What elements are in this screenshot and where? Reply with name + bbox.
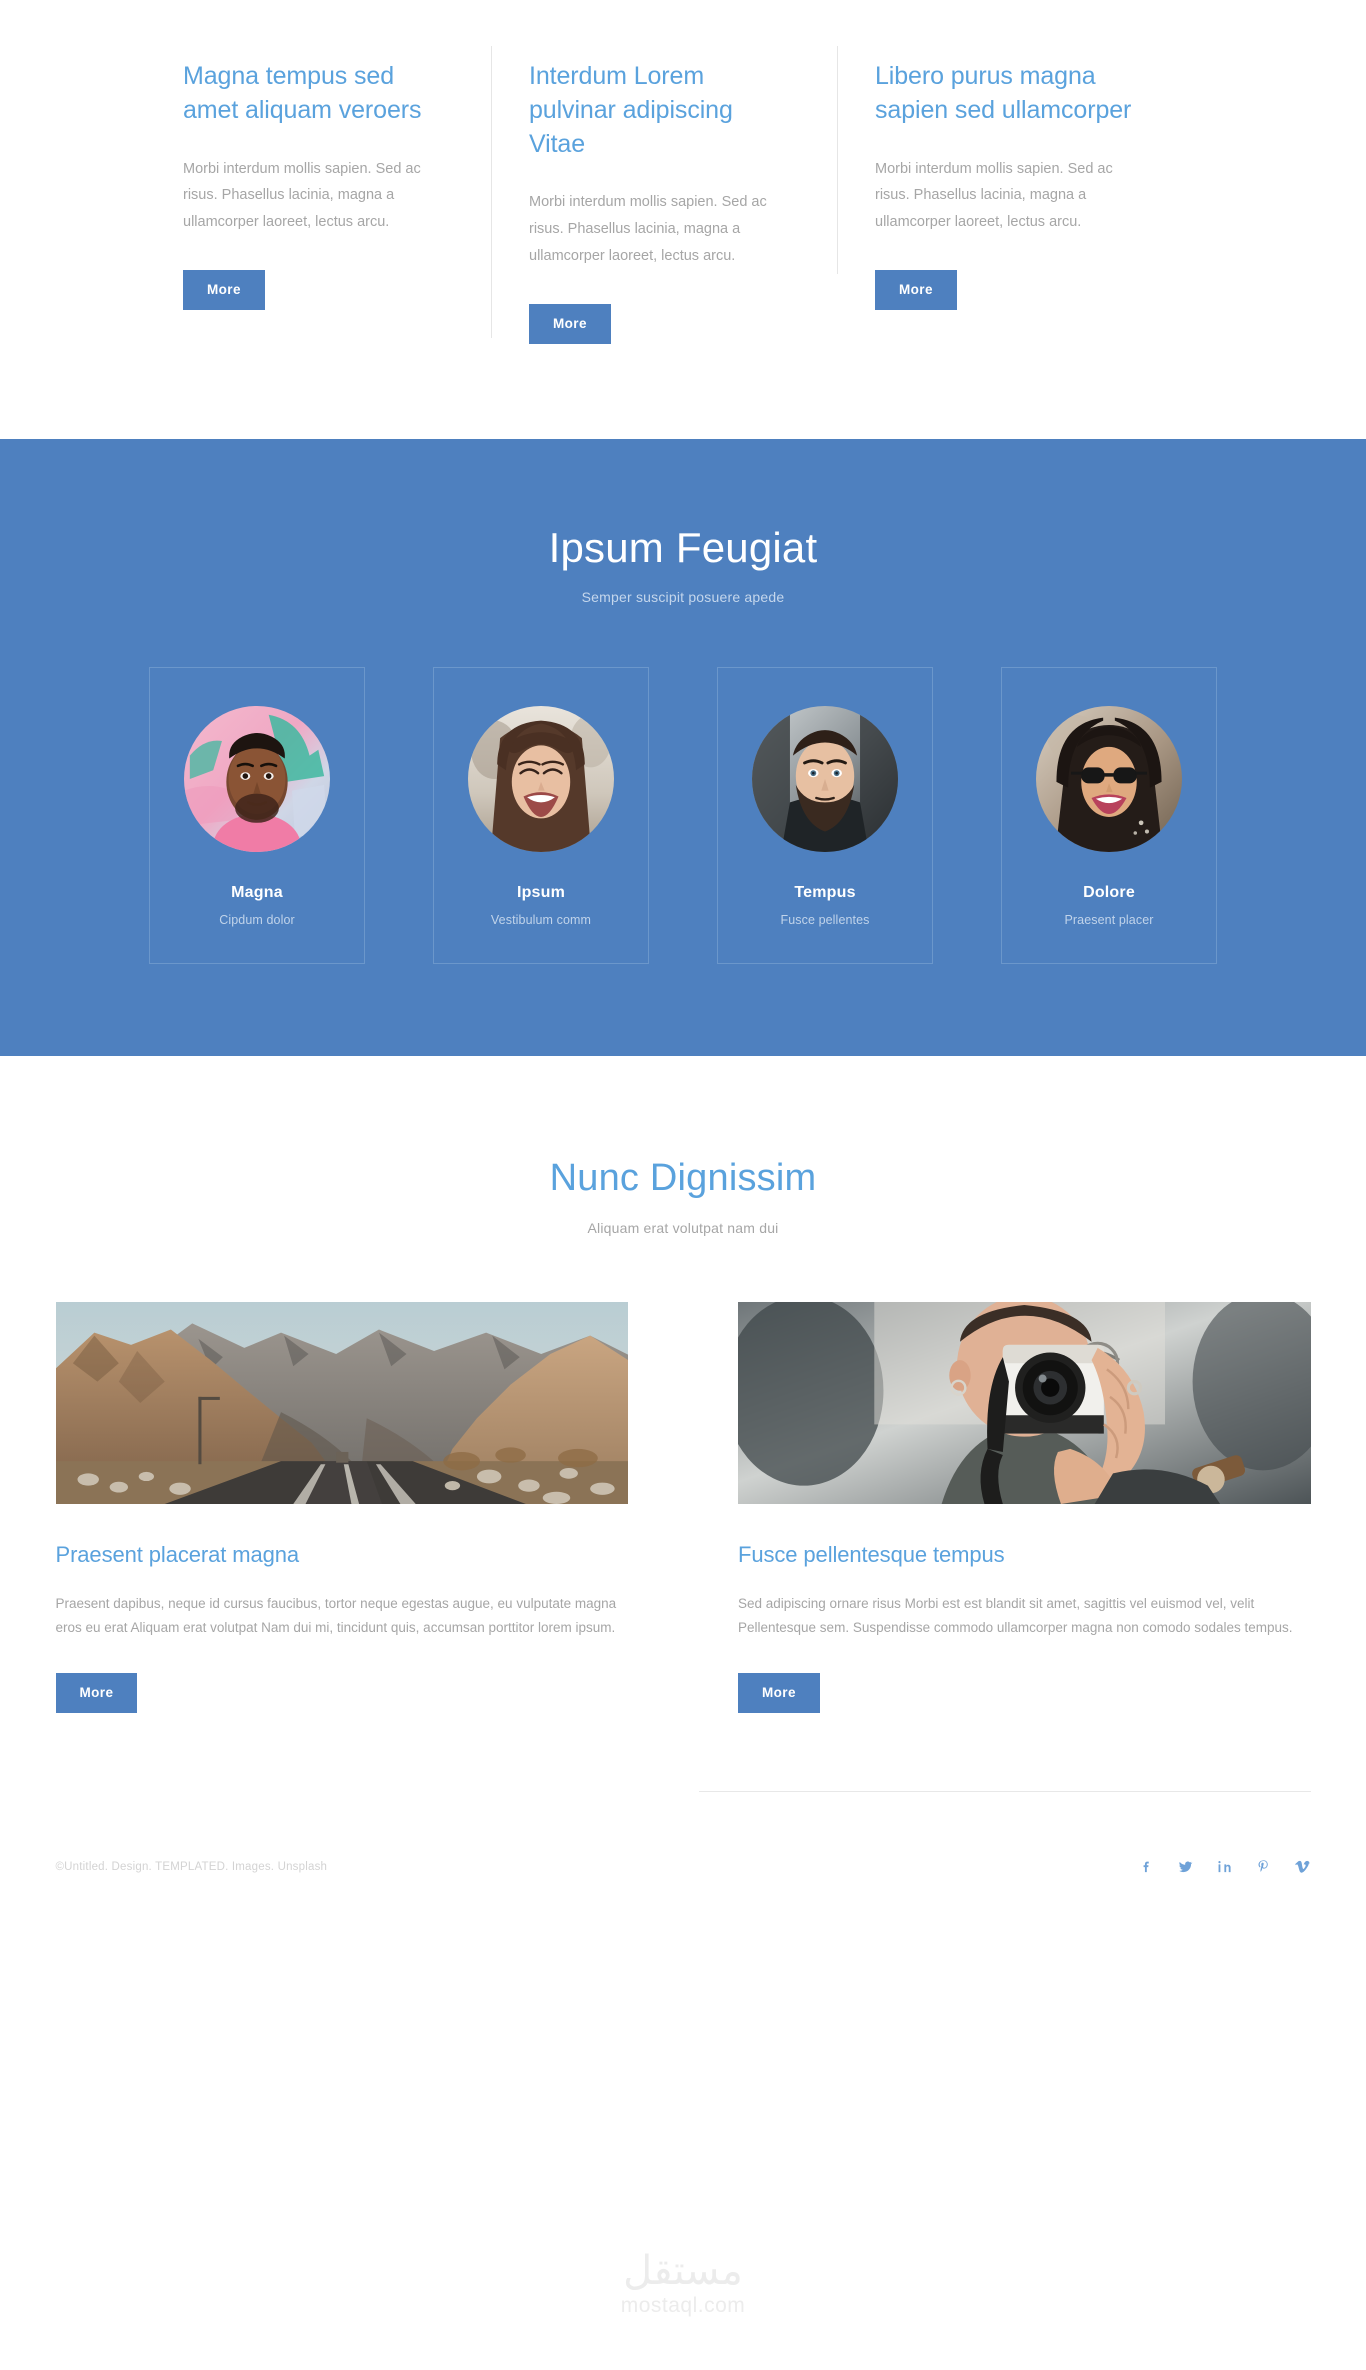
team-member-name: Ipsum bbox=[516, 884, 566, 902]
social-links bbox=[1138, 1858, 1311, 1875]
post-card: Fusce pellentesque tempus Sed adipiscing… bbox=[738, 1302, 1311, 1714]
post-more-button[interactable]: More bbox=[55, 1672, 138, 1714]
copyright-text: ©Untitled. Design. TEMPLATED. Images. Un… bbox=[55, 1860, 328, 1873]
facebook-icon[interactable] bbox=[1138, 1858, 1155, 1875]
avatar bbox=[1036, 706, 1182, 853]
avatar bbox=[752, 706, 898, 853]
pinterest-icon[interactable] bbox=[1255, 1858, 1272, 1875]
post-image-desert-mountain-road[interactable] bbox=[55, 1302, 628, 1505]
feature-body: Morbi interdum mollis sapien. Sed ac ris… bbox=[529, 194, 767, 264]
post-image-photographer-with-camera[interactable] bbox=[738, 1302, 1311, 1505]
team-member-name: Magna bbox=[231, 884, 283, 902]
post-body: Praesent dapibus, neque id cursus faucib… bbox=[55, 1596, 617, 1636]
features-grid: Magna tempus sed amet aliquam veroers Mo… bbox=[183, 45, 1183, 345]
feature-body: Morbi interdum mollis sapien. Sed ac ris… bbox=[875, 160, 1113, 231]
avatar bbox=[468, 706, 614, 853]
page-footer: ©Untitled. Design. TEMPLATED. Images. Un… bbox=[0, 1713, 1366, 1876]
post-title: Praesent placerat magna bbox=[55, 1542, 300, 1568]
team-member-role: Cipdum dolor bbox=[219, 913, 295, 928]
team-member-role: Praesent placer bbox=[1064, 913, 1154, 928]
team-card[interactable]: Dolore Praesent placer bbox=[1001, 667, 1217, 965]
avatar bbox=[184, 706, 330, 853]
team-section: Ipsum Feugiat Semper suscipit posuere ap… bbox=[0, 439, 1366, 1057]
team-card[interactable]: Ipsum Vestibulum comm bbox=[433, 667, 649, 965]
features-section: Magna tempus sed amet aliquam veroers Mo… bbox=[0, 0, 1366, 440]
team-grid: Magna Cipdum dolor Ipsum Vestibulum comm… bbox=[0, 667, 1366, 965]
footer-content: ©Untitled. Design. TEMPLATED. Images. Un… bbox=[56, 1792, 1311, 1875]
feature-more-button[interactable]: More bbox=[183, 269, 265, 311]
posts-grid: Praesent placerat magna Praesent dapibus… bbox=[55, 1302, 1311, 1714]
post-more-button[interactable]: More bbox=[738, 1672, 820, 1714]
team-member-role: Fusce pellentes bbox=[780, 913, 870, 928]
team-title: Ipsum Feugiat bbox=[548, 524, 818, 572]
post-card: Praesent placerat magna Praesent dapibus… bbox=[55, 1302, 628, 1714]
posts-subtitle: Aliquam erat volutpat nam dui bbox=[587, 1220, 779, 1237]
mostaql-watermark: مستقل mostaql.com bbox=[0, 2228, 1366, 2338]
team-member-name: Dolore bbox=[1083, 884, 1135, 902]
team-subtitle: Semper suscipit posuere apede bbox=[581, 589, 785, 606]
feature-more-button[interactable]: More bbox=[875, 269, 957, 311]
post-title: Fusce pellentesque tempus bbox=[738, 1542, 1005, 1568]
feature-more-button[interactable]: More bbox=[529, 303, 611, 345]
feature-column-2: Interdum Lorem pulvinar adipiscing Vitae… bbox=[491, 45, 837, 345]
posts-title: Nunc Dignissim bbox=[549, 1157, 817, 1200]
watermark-arabic-text: مستقل bbox=[623, 2247, 743, 2294]
team-member-role: Vestibulum comm bbox=[490, 913, 592, 928]
posts-header: Nunc Dignissim Aliquam erat volutpat nam… bbox=[0, 1157, 1366, 1237]
team-header: Ipsum Feugiat Semper suscipit posuere ap… bbox=[0, 524, 1366, 606]
feature-column-1: Magna tempus sed amet aliquam veroers Mo… bbox=[183, 60, 491, 344]
team-card[interactable]: Tempus Fusce pellentes bbox=[717, 667, 933, 965]
team-card[interactable]: Magna Cipdum dolor bbox=[149, 667, 365, 965]
feature-body: Morbi interdum mollis sapien. Sed ac ris… bbox=[183, 160, 421, 231]
twitter-icon[interactable] bbox=[1177, 1858, 1194, 1875]
linkedin-icon[interactable] bbox=[1216, 1858, 1233, 1875]
vimeo-icon[interactable] bbox=[1294, 1858, 1311, 1875]
team-member-name: Tempus bbox=[794, 884, 856, 902]
feature-column-3: Libero purus magna sapien sed ullamcorpe… bbox=[837, 45, 1183, 344]
posts-section: Nunc Dignissim Aliquam erat volutpat nam… bbox=[0, 1056, 1366, 1714]
feature-title: Libero purus magna sapien sed ullamcorpe… bbox=[875, 62, 1132, 124]
post-body: Sed adipiscing ornare risus Morbi est es… bbox=[738, 1596, 1293, 1636]
feature-title: Magna tempus sed amet aliquam veroers bbox=[183, 62, 422, 124]
feature-title: Interdum Lorem pulvinar adipiscing Vitae bbox=[529, 62, 733, 158]
watermark-latin-text: mostaql.com bbox=[620, 2293, 746, 2317]
